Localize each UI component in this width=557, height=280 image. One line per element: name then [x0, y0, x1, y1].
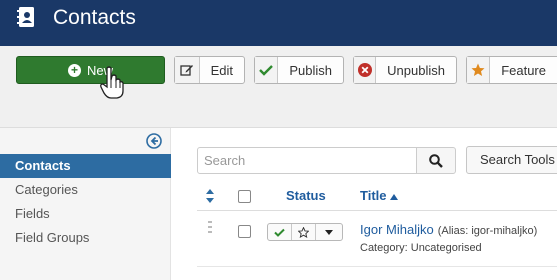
sidebar-item-field-groups[interactable]: Field Groups	[0, 226, 171, 250]
toolbar: + New Edit Publish Unpublish Feature	[0, 46, 557, 128]
row-checkbox[interactable]	[238, 225, 251, 238]
title-column-label: Title	[360, 188, 387, 203]
feature-button[interactable]: Feature	[466, 56, 557, 84]
caret-down-icon	[325, 229, 333, 235]
search-input[interactable]: Search	[197, 147, 417, 174]
unpublish-button[interactable]: Unpublish	[353, 56, 457, 84]
edit-button[interactable]: Edit	[174, 56, 245, 84]
published-toggle[interactable]	[268, 224, 292, 240]
row-title: Igor Mihaljko (Alias: igor-mihaljko)	[360, 222, 537, 237]
search-tools-button[interactable]: Search Tools	[466, 146, 557, 174]
page-header: Contacts	[0, 0, 557, 46]
sort-asc-icon	[390, 194, 399, 200]
new-button[interactable]: + New	[16, 56, 165, 84]
sidebar: Contacts Categories Fields Field Groups	[0, 128, 171, 280]
hand-pointer-icon	[100, 66, 124, 99]
plus-icon: +	[67, 63, 81, 77]
sidebar-item-categories[interactable]: Categories	[0, 178, 171, 202]
star-outline-icon	[298, 226, 309, 238]
table-header: Status Title	[197, 181, 557, 211]
feature-button-label: Feature	[501, 62, 546, 78]
contact-category: Category: Uncategorised	[360, 242, 482, 254]
publish-button[interactable]: Publish	[254, 56, 344, 84]
actions-dropdown[interactable]	[316, 224, 342, 240]
sidebar-item-fields[interactable]: Fields	[0, 202, 171, 226]
edit-button-label: Edit	[210, 62, 233, 78]
featured-toggle[interactable]	[292, 224, 316, 240]
contact-alias: (Alias: igor-mihaljko)	[437, 225, 538, 237]
search-button[interactable]	[416, 147, 456, 174]
main-content: Search Search Tools Status Title Igor Mi…	[171, 128, 557, 280]
contact-name-link[interactable]: Igor Mihaljko	[360, 222, 434, 237]
address-book-icon	[17, 7, 34, 27]
title-column-header[interactable]: Title	[360, 188, 399, 203]
table-row: Igor Mihaljko (Alias: igor-mihaljko) Cate…	[197, 211, 557, 267]
x-circle-icon	[354, 57, 377, 83]
status-controls	[267, 223, 343, 241]
star-icon	[467, 57, 491, 83]
select-all-checkbox[interactable]	[238, 190, 251, 203]
publish-button-label: Publish	[289, 62, 332, 78]
sort-icon[interactable]	[205, 189, 215, 203]
collapse-sidebar-icon[interactable]	[146, 133, 162, 149]
search-icon	[429, 153, 443, 168]
drag-handle-icon[interactable]	[208, 221, 212, 233]
check-icon	[255, 57, 279, 83]
page-title: Contacts	[53, 6, 136, 29]
sidebar-item-contacts[interactable]: Contacts	[0, 154, 171, 178]
unpublish-button-label: Unpublish	[387, 62, 445, 78]
edit-icon	[175, 57, 200, 83]
check-icon	[274, 228, 285, 237]
status-column-header[interactable]: Status	[286, 188, 326, 203]
